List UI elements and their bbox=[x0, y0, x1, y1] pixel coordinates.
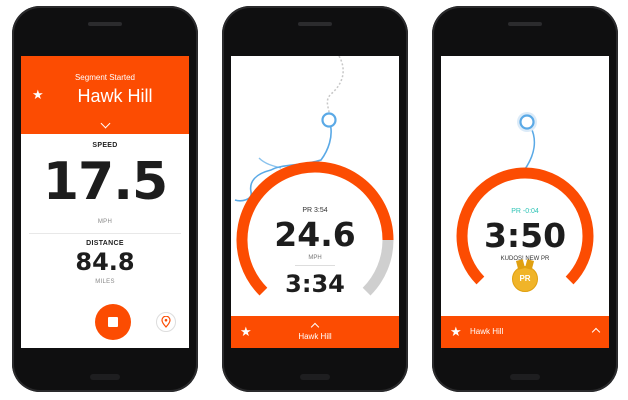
chevron-up-icon[interactable] bbox=[310, 322, 320, 332]
chevron-down-icon[interactable] bbox=[100, 118, 111, 129]
pr-delta: PR -0:04 bbox=[511, 208, 539, 215]
pr-medal-icon: PR bbox=[512, 259, 538, 292]
home-indicator bbox=[90, 374, 120, 380]
segment-header[interactable]: Segment Started ★ Hawk Hill bbox=[21, 56, 189, 134]
phone-segment-started: Segment Started ★ Hawk Hill SPEED 17.5 M… bbox=[12, 6, 198, 392]
phone-segment-progress: PR 3:54 24.6 MPH 3:34 ★ Hawk Hill bbox=[222, 6, 408, 392]
star-icon: ★ bbox=[450, 324, 462, 339]
stop-button[interactable] bbox=[95, 304, 131, 340]
chevron-up-icon[interactable] bbox=[591, 327, 601, 337]
speaker bbox=[88, 22, 122, 26]
pr-time: PR 3:54 bbox=[302, 207, 328, 214]
segment-footer[interactable]: ★ Hawk Hill bbox=[231, 316, 399, 348]
location-pin-icon bbox=[161, 316, 171, 328]
route-line bbox=[258, 157, 282, 169]
segment-title: Hawk Hill bbox=[470, 327, 504, 336]
speed-unit: MPH bbox=[308, 255, 322, 261]
rider-position-icon bbox=[321, 112, 337, 128]
route-upcoming bbox=[326, 56, 344, 119]
speed-value: 24.6 bbox=[274, 215, 356, 254]
home-indicator bbox=[300, 374, 330, 380]
screen: PR -0:04 3:50 KUDOS! NEW PR PR ★ Hawk Hi… bbox=[441, 56, 609, 348]
segment-footer[interactable]: ★ Hawk Hill bbox=[441, 316, 609, 348]
distance-label: DISTANCE bbox=[86, 240, 124, 247]
home-indicator bbox=[510, 374, 540, 380]
distance-unit: MILES bbox=[95, 279, 115, 285]
phone-segment-complete: PR -0:04 3:50 KUDOS! NEW PR PR ★ Hawk Hi… bbox=[432, 6, 618, 392]
speaker bbox=[508, 22, 542, 26]
pr-badge-label: PR bbox=[519, 274, 531, 283]
segment-time: 3:50 bbox=[483, 216, 567, 255]
elapsed-time: 3:34 bbox=[285, 270, 345, 298]
ribbon bbox=[524, 259, 535, 270]
segment-map bbox=[234, 56, 394, 313]
stop-icon bbox=[108, 317, 118, 327]
speed-label: SPEED bbox=[92, 142, 118, 149]
segment-map bbox=[456, 112, 594, 299]
speaker bbox=[298, 22, 332, 26]
segment-status: Segment Started bbox=[74, 73, 136, 82]
distance-value: 84.8 bbox=[75, 248, 135, 276]
kudos-message: KUDOS! NEW PR bbox=[500, 256, 550, 262]
location-button[interactable] bbox=[156, 312, 176, 332]
screen: Segment Started ★ Hawk Hill SPEED 17.5 M… bbox=[21, 56, 189, 348]
segment-title: Hawk Hill bbox=[77, 86, 153, 106]
screen: PR 3:54 24.6 MPH 3:34 ★ Hawk Hill bbox=[231, 56, 399, 348]
segment-title: Hawk Hill bbox=[298, 332, 332, 341]
speed-value: 17.5 bbox=[42, 152, 168, 212]
divider bbox=[29, 233, 181, 234]
speed-unit: MPH bbox=[97, 219, 113, 225]
divider bbox=[295, 265, 335, 266]
